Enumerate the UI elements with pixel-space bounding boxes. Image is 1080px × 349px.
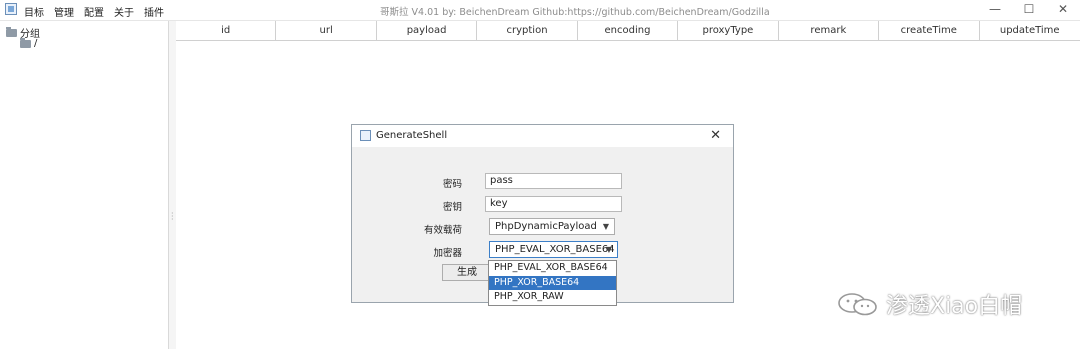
password-field[interactable]: pass (485, 173, 622, 189)
close-icon[interactable]: ✕ (1056, 2, 1070, 16)
group-tree: 分组 / (0, 21, 169, 349)
dropdown-option[interactable]: PHP_XOR_RAW (489, 290, 616, 305)
app-icon (360, 130, 371, 141)
key-field[interactable]: key (485, 196, 622, 212)
tree-item-child[interactable]: / (20, 37, 38, 49)
column-proxytype[interactable]: proxyType (678, 21, 779, 40)
folder-icon (20, 37, 31, 48)
cryption-select-value: PHP_EVAL_XOR_BASE64 (495, 244, 615, 255)
dialog-title: GenerateShell (376, 130, 448, 141)
cryption-dropdown: PHP_EVAL_XOR_BASE64 PHP_XOR_BASE64 PHP_X… (488, 260, 617, 306)
menu-manage[interactable]: 管理 (54, 4, 74, 19)
payload-label: 有效载荷 (423, 225, 462, 236)
title-bar: 目标 管理 配置 关于 插件 哥斯拉 V4.01 by: BeichenDrea… (0, 0, 1080, 21)
splitter-handle-icon[interactable]: · · · (171, 210, 174, 224)
column-updatetime[interactable]: updateTime (980, 21, 1080, 40)
column-encoding[interactable]: encoding (578, 21, 679, 40)
chevron-down-icon: ▼ (602, 222, 609, 231)
table-header: id url payload cryption encoding proxyTy… (176, 21, 1080, 41)
payload-select[interactable]: PhpDynamicPayload ▼ (489, 218, 615, 235)
watermark: 渗透Xiao白帽 (836, 288, 1022, 320)
menu-about[interactable]: 关于 (114, 4, 134, 19)
folder-open-icon (6, 26, 17, 37)
column-createtime[interactable]: createTime (879, 21, 980, 40)
payload-select-value: PhpDynamicPayload (495, 221, 597, 232)
minimize-icon[interactable]: — (988, 2, 1002, 16)
dialog-title-bar[interactable]: GenerateShell ✕ (352, 125, 733, 147)
cryption-select[interactable]: PHP_EVAL_XOR_BASE64 ▼ (489, 241, 618, 258)
column-id[interactable]: id (176, 21, 277, 40)
dropdown-option-selected[interactable]: PHP_XOR_BASE64 (489, 275, 616, 291)
menu-bar: 目标 管理 配置 关于 插件 (24, 4, 164, 19)
menu-target[interactable]: 目标 (24, 4, 44, 19)
splitter[interactable] (169, 21, 176, 349)
generate-button[interactable]: 生成 (442, 264, 492, 281)
window-title: 哥斯拉 V4.01 by: BeichenDream Github:https:… (380, 7, 770, 18)
menu-plugins[interactable]: 插件 (144, 4, 164, 19)
dropdown-option[interactable]: PHP_EVAL_XOR_BASE64 (489, 261, 616, 276)
password-label: 密码 (442, 179, 462, 190)
column-url[interactable]: url (276, 21, 377, 40)
cryption-label: 加密器 (433, 248, 462, 259)
column-cryption[interactable]: cryption (477, 21, 578, 40)
app-icon (5, 3, 17, 15)
column-payload[interactable]: payload (377, 21, 478, 40)
wechat-icon (838, 293, 877, 316)
menu-config[interactable]: 配置 (84, 4, 104, 19)
watermark-text: 渗透Xiao白帽 (886, 294, 1023, 319)
chevron-down-icon: ▼ (605, 245, 612, 254)
tree-child-label: / (34, 38, 38, 49)
key-label: 密钥 (442, 202, 462, 213)
column-remark[interactable]: remark (779, 21, 880, 40)
window-controls: — ☐ ✕ (988, 2, 1070, 16)
maximize-icon[interactable]: ☐ (1022, 2, 1036, 16)
dialog-close-icon[interactable]: ✕ (710, 128, 721, 143)
